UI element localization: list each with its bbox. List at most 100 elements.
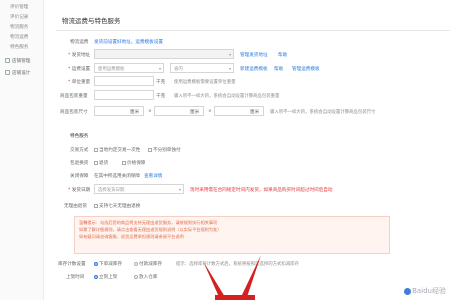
province-value: 省内: [174, 67, 183, 72]
stock-opt2-text: 付款减库存: [139, 262, 162, 267]
delivery-opt2-text: 不分别单独付: [153, 148, 181, 153]
sidebar-item-shop[interactable]: 店铺管理: [5, 58, 30, 64]
stock-label: 库存计数设置: [58, 262, 86, 267]
freight-link[interactable]: 发货前设置好地址，运费模板设置: [94, 39, 163, 45]
design-icon: [5, 70, 10, 75]
sidebar-item-3[interactable]: 物流服务: [10, 24, 28, 30]
shop-icon: [5, 58, 10, 63]
checkbox[interactable]: [94, 147, 98, 152]
template-label: * 运费设置: [68, 67, 91, 72]
template-value: 使用运费模板: [98, 67, 125, 72]
unit-weight-unit: 千克: [156, 80, 166, 85]
sidebar: 评价管理 评价记录 物流服务 物流运费 特色服务 店铺管理 店铺设计: [0, 0, 44, 300]
return-option[interactable]: 支持七天无理由退换: [94, 203, 140, 209]
size-unit-1: 厘米: [130, 110, 140, 115]
package-weight-unit: 千克: [156, 94, 166, 99]
sidebar-item-2[interactable]: 评价记录: [10, 14, 28, 20]
after-sale-text: 在其中所选用关闭保障: [94, 174, 140, 179]
guarantee-label: 包退换货: [70, 161, 89, 166]
new-template-link[interactable]: 新建运费模板: [240, 66, 268, 72]
sidebar-item-label: 店铺管理: [12, 59, 31, 64]
onsale-opt2[interactable]: 放入仓库: [134, 274, 157, 280]
ship-date-label-text: 发货日期: [71, 188, 91, 193]
template-label-text: 运费设置: [71, 67, 91, 72]
paw-icon: [404, 287, 412, 295]
delivery-opt1[interactable]: 当地约定交易一次性: [94, 147, 140, 153]
template-select[interactable]: 使用运费模板 ▾: [94, 63, 164, 73]
times-sign-2: ×: [208, 109, 212, 114]
template-help-link[interactable]: 帮助: [274, 66, 283, 72]
freight-label: 物流运费: [70, 40, 89, 45]
stock-opt1[interactable]: 下单减库存: [94, 261, 122, 267]
sidebar-item-1[interactable]: 评价管理: [10, 4, 28, 10]
size-note: 输入项不一样大的，系统会自动设置计算商品包装尺寸: [270, 110, 376, 115]
return-label: 无理由退货: [64, 204, 87, 209]
package-weight-input[interactable]: [94, 90, 154, 100]
watermark-text: Baidu经验: [412, 287, 446, 295]
help-link[interactable]: 帮助: [278, 52, 287, 58]
ship-date-label: * 发货日期: [68, 188, 91, 193]
radio-selected[interactable]: [94, 274, 98, 279]
radio[interactable]: [134, 261, 138, 266]
province-select[interactable]: 省内 ▾: [170, 63, 234, 73]
unit-weight-label: * 单位重量: [68, 80, 91, 85]
radio[interactable]: [134, 274, 138, 279]
sidebar-item-4[interactable]: 物流运费: [10, 34, 28, 40]
checkbox[interactable]: [94, 160, 98, 165]
notice-box: 温馨提示：勾选后您的商品将支持无理由退货服务，请按规则执行相关事项 如需了解详细…: [74, 216, 390, 254]
arrow-right: [241, 255, 261, 297]
divider: [56, 30, 450, 31]
ship-addr-label: * 发货地址: [68, 53, 91, 58]
notice-line-1: 温馨提示：勾选后您的商品将支持无理由退货服务，请按规则执行相关事项: [79, 220, 218, 225]
checkbox[interactable]: [94, 203, 98, 208]
after-sale-link[interactable]: 查看详情: [144, 173, 162, 179]
chevron-down-icon: ▾: [178, 187, 181, 192]
ship-date-note: 现时采用需在合同规定时间内发货，如果商品购买时间超过时间后自动: [190, 188, 333, 193]
sidebar-item-5[interactable]: 特色服务: [10, 44, 28, 50]
arrow-left: [203, 261, 225, 297]
checkbox[interactable]: [122, 160, 126, 165]
size-unit-3: 厘米: [250, 110, 260, 115]
arrow-base: [215, 295, 255, 300]
unit-weight-note: 使用运费模板需要设置单位重量: [174, 80, 236, 85]
chevron-down-icon: ▾: [228, 52, 231, 57]
sidebar-item-design[interactable]: 店铺设计: [5, 70, 30, 76]
onsale-opt2-text: 放入仓库: [139, 275, 158, 280]
ship-date-select[interactable]: 选择发货日期 ▾: [94, 184, 184, 194]
size-unit-2: 厘米: [190, 110, 200, 115]
onsale-opt1[interactable]: 立刻上架: [94, 274, 117, 280]
return-option-text: 支持七天无理由退换: [99, 204, 141, 209]
ship-date-placeholder: 选择发货日期: [98, 188, 125, 193]
special-service-heading: 特色服务: [70, 134, 89, 139]
times-sign-1: ×: [148, 109, 152, 114]
baidu-watermark: Baidu经验: [404, 286, 446, 296]
manage-template-link[interactable]: 管理运费模板: [292, 66, 320, 72]
checkbox[interactable]: [148, 147, 152, 152]
stock-opt1-text: 下单减库存: [99, 262, 122, 267]
chevron-down-icon: ▾: [158, 66, 161, 71]
unit-weight-input[interactable]: [94, 76, 154, 86]
guarantee-opt2-text: 价格保障: [127, 161, 146, 166]
radio-selected[interactable]: [94, 261, 98, 266]
onsale-opt1-text: 立刻上架: [99, 275, 118, 280]
chevron-down-icon: ▾: [228, 66, 231, 71]
notice-line-2: 如需了解详细规则，请点击查看无理由退货规则说明（以实际平台规则为准）: [79, 227, 222, 232]
delivery-opt2[interactable]: 不分别单独付: [148, 147, 181, 153]
guarantee-opt2[interactable]: 价格保障: [122, 160, 145, 166]
guarantee-opt1[interactable]: 退货: [94, 160, 108, 166]
stock-opt2[interactable]: 付款减库存: [134, 261, 162, 267]
unit-weight-label-text: 单位重量: [71, 80, 91, 85]
package-weight-label: 商品包装重量: [60, 94, 88, 99]
delivery-opt1-text: 当地约定交易一次性: [99, 148, 141, 153]
sidebar-item-label: 店铺设计: [12, 71, 31, 76]
onsale-label: 上架时间: [66, 275, 85, 280]
notice-line-3: 如有疑问请咨询客服，退货运费承担规则请参阅平台说明: [79, 234, 184, 239]
package-weight-note: 输入项不一样大的，系统会自动设置计算商品包装重量: [174, 94, 280, 99]
delivery-label: 交易方式: [70, 148, 89, 153]
manage-address-link[interactable]: 管理发货地址: [240, 52, 268, 58]
section-title: 物流运费与特色服务: [62, 17, 121, 25]
guarantee-opt1-text: 退货: [99, 161, 109, 166]
ship-addr-label-text: 发货地址: [71, 53, 91, 58]
red-arrow-annotation: [203, 255, 261, 300]
ship-addr-select[interactable]: ▾: [94, 49, 234, 59]
